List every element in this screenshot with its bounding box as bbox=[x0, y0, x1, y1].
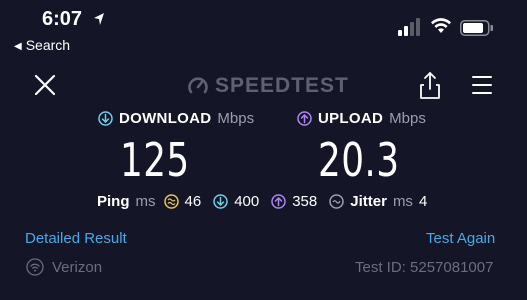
share-icon[interactable] bbox=[418, 70, 442, 100]
download-speed-value: 125 bbox=[120, 133, 190, 187]
cellular-signal-icon bbox=[398, 18, 420, 36]
ping-label: Ping bbox=[97, 193, 130, 210]
download-label-row: DOWNLOAD Mbps bbox=[98, 110, 254, 127]
battery-icon bbox=[460, 20, 493, 36]
back-link-label: Search bbox=[25, 37, 71, 53]
jitter-value: 4 bbox=[418, 193, 428, 210]
jitter-icon bbox=[329, 194, 344, 209]
jitter-label: Jitter bbox=[350, 193, 387, 210]
download-ping-icon bbox=[213, 194, 228, 209]
provider-name: Verizon bbox=[52, 258, 103, 276]
ping-unit: ms bbox=[135, 193, 156, 210]
upload-speed-value: 20.3 bbox=[318, 133, 400, 187]
upload-label-row: UPLOAD Mbps bbox=[297, 110, 426, 127]
provider-row: Verizon bbox=[26, 258, 102, 276]
wifi-icon bbox=[431, 18, 451, 33]
download-label: DOWNLOAD bbox=[119, 110, 212, 127]
wifi-provider-icon bbox=[26, 258, 44, 276]
ping-row: Ping ms 46 400 358 Jitter ms 4 bbox=[97, 193, 427, 210]
idle-ping-icon bbox=[163, 194, 179, 209]
download-unit: Mbps bbox=[217, 110, 255, 127]
upload-ping-icon bbox=[271, 194, 286, 209]
ping-download-value: 400 bbox=[234, 193, 260, 210]
jitter-unit: ms bbox=[392, 193, 413, 210]
test-id: Test ID: 5257081007 bbox=[355, 259, 494, 276]
ping-upload-value: 358 bbox=[292, 193, 318, 210]
close-icon[interactable] bbox=[32, 72, 58, 98]
location-arrow-icon bbox=[94, 13, 104, 25]
logo-text: SPEEDTEST bbox=[215, 74, 349, 97]
speedtest-logo: SPEEDTEST bbox=[187, 74, 349, 97]
upload-label: UPLOAD bbox=[318, 110, 384, 127]
upload-unit: Mbps bbox=[389, 110, 426, 127]
back-caret-icon: ◀ bbox=[14, 41, 22, 52]
test-again-link[interactable]: Test Again bbox=[426, 230, 495, 247]
download-arrow-icon bbox=[98, 111, 113, 126]
back-to-search-link[interactable]: ◀ Search bbox=[14, 37, 70, 53]
menu-icon[interactable] bbox=[471, 74, 493, 96]
status-time: 6:07 bbox=[42, 8, 83, 30]
speedometer-icon bbox=[188, 77, 208, 94]
upload-arrow-icon bbox=[297, 111, 312, 126]
ping-idle-value: 46 bbox=[184, 193, 202, 210]
detailed-result-link[interactable]: Detailed Result bbox=[25, 230, 127, 247]
